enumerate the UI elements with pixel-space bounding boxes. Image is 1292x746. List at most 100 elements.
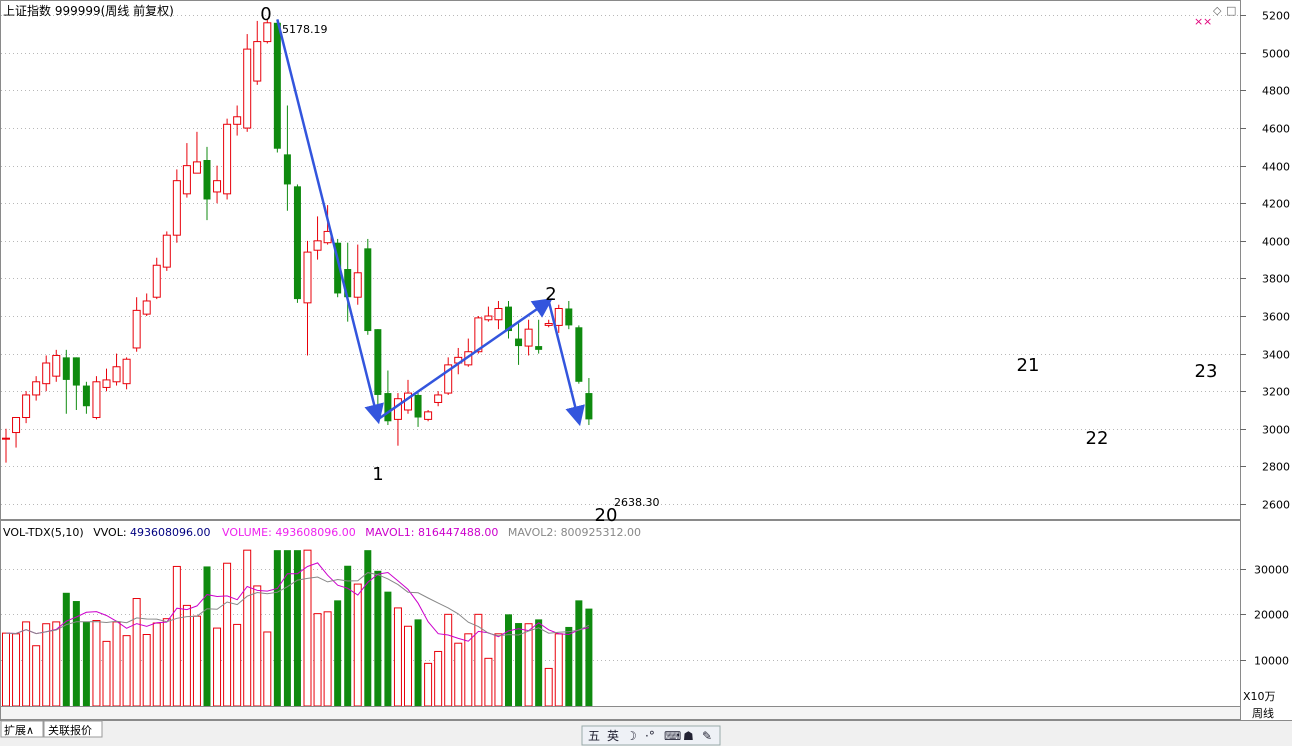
- candle-body: [364, 248, 372, 332]
- candle-body: [353, 272, 362, 298]
- indicator-header: VOL-TDX(5,10) VVOL: 493608096.00 VOLUME:…: [3, 526, 641, 539]
- period-label[interactable]: 周线: [1252, 706, 1274, 720]
- wave-label: 21: [1017, 355, 1040, 376]
- volume-bar: [524, 623, 533, 707]
- volume-bar: [544, 667, 553, 707]
- volume-bar: [92, 620, 101, 707]
- volume-bar: [404, 625, 412, 707]
- candle-body: [12, 417, 21, 434]
- volume-bar: [132, 598, 141, 707]
- volume-bar: [192, 615, 201, 707]
- candle-body: [182, 165, 191, 195]
- price-tick-label: 4200: [1262, 198, 1290, 211]
- chart-title: 上证指数 999999(周线 前复权): [3, 3, 174, 18]
- candle-body: [172, 180, 181, 236]
- candle: [424, 409, 433, 422]
- candle-body: [434, 394, 443, 403]
- candle-body: [203, 160, 211, 200]
- volume-bar: [464, 633, 473, 707]
- price-tick-label: 4400: [1262, 161, 1290, 174]
- ime-icon[interactable]: 五: [588, 729, 600, 743]
- ime-icon[interactable]: 英: [607, 729, 619, 743]
- volume-unit-label: X10万: [1243, 690, 1276, 703]
- diamond-icon[interactable]: ◇: [1213, 4, 1222, 17]
- candle-body: [393, 398, 402, 420]
- wave-label: 23: [1195, 361, 1218, 382]
- volume-bar: [454, 642, 463, 707]
- ime-icon[interactable]: ·°: [645, 729, 655, 743]
- candle-body: [535, 346, 543, 350]
- candle-body: [253, 41, 262, 82]
- mavol1-value: 816447488.00: [418, 526, 498, 539]
- candle-body: [32, 381, 41, 396]
- volume-bar: [172, 565, 181, 707]
- candle-body: [565, 308, 573, 326]
- volume-bar: [393, 607, 402, 707]
- candle-body: [92, 381, 101, 419]
- candle-body: [384, 393, 392, 422]
- wave-label: 1: [372, 464, 383, 485]
- candle: [162, 231, 171, 271]
- ime-icon[interactable]: ☗: [683, 729, 694, 743]
- price-tick-label: 3200: [1262, 386, 1290, 399]
- indicator-name: VOL-TDX(5,10): [3, 526, 84, 539]
- tab-related-quotes-label: 关联报价: [48, 723, 92, 737]
- restore-icon[interactable]: □: [1226, 4, 1236, 17]
- volume-bar: [344, 565, 352, 706]
- candle-body: [122, 358, 131, 385]
- volume-bar: [112, 621, 121, 707]
- candle: [172, 169, 181, 243]
- candle-body: [223, 123, 232, 195]
- candle-body: [52, 354, 61, 377]
- candle: [575, 325, 583, 384]
- price-tick-label: 2800: [1262, 461, 1290, 474]
- high-price-label: 5178.19: [282, 23, 328, 36]
- candle-body: [494, 307, 503, 321]
- volume-bar: [353, 583, 362, 707]
- close-marker-icon[interactable]: ×: [1194, 15, 1203, 28]
- candle-body: [162, 234, 171, 268]
- price-tick-label: 4600: [1262, 123, 1290, 136]
- candle-body: [313, 240, 322, 251]
- vvol-value: 493608096.00: [130, 526, 210, 539]
- candle-body: [213, 180, 222, 193]
- volume-bar: [484, 657, 493, 707]
- volume-bar: [323, 611, 332, 707]
- candle-body: [112, 366, 121, 383]
- volume-bar: [253, 585, 262, 707]
- candle-body: [414, 394, 422, 418]
- volume-bar: [32, 645, 41, 707]
- ime-icon[interactable]: ⌨: [664, 729, 681, 743]
- candle-body: [515, 338, 523, 347]
- candle: [374, 329, 382, 405]
- wave-label: 0: [260, 4, 271, 25]
- volume-bar: [535, 619, 543, 706]
- volume-bar: [434, 650, 443, 707]
- close-marker-icon-2[interactable]: ×: [1203, 15, 1212, 28]
- volume-label: VOLUME:: [222, 526, 272, 539]
- volume-bar: [142, 634, 151, 707]
- volume-bar: [273, 550, 281, 706]
- volume-bar: [22, 621, 31, 707]
- candle-body: [273, 22, 281, 149]
- mavol1-label: MAVOL1:: [365, 526, 414, 539]
- volume-bar: [263, 631, 272, 707]
- volume-bar: [2, 632, 10, 707]
- wave-label: 22: [1086, 428, 1109, 449]
- price-tick-label: 4800: [1262, 85, 1290, 98]
- candle-body: [484, 315, 493, 321]
- volume-tick-label: 30000: [1254, 564, 1289, 577]
- candle: [243, 34, 252, 132]
- volume-bar: [182, 604, 191, 707]
- ime-icon[interactable]: ☽: [626, 729, 637, 743]
- candle-body: [72, 357, 80, 386]
- volume-bar: [102, 640, 111, 707]
- volume-bar: [313, 613, 322, 707]
- ime-icon[interactable]: ✎: [702, 729, 712, 743]
- candle-body: [233, 116, 242, 125]
- volume-bar: [444, 613, 453, 707]
- candle-body: [585, 393, 593, 420]
- ime-toolbar-icons: 五英 ☽ ·° ⌨ ☗ ✎: [588, 729, 712, 743]
- volume-bar: [243, 549, 252, 707]
- volume-bar: [12, 633, 21, 707]
